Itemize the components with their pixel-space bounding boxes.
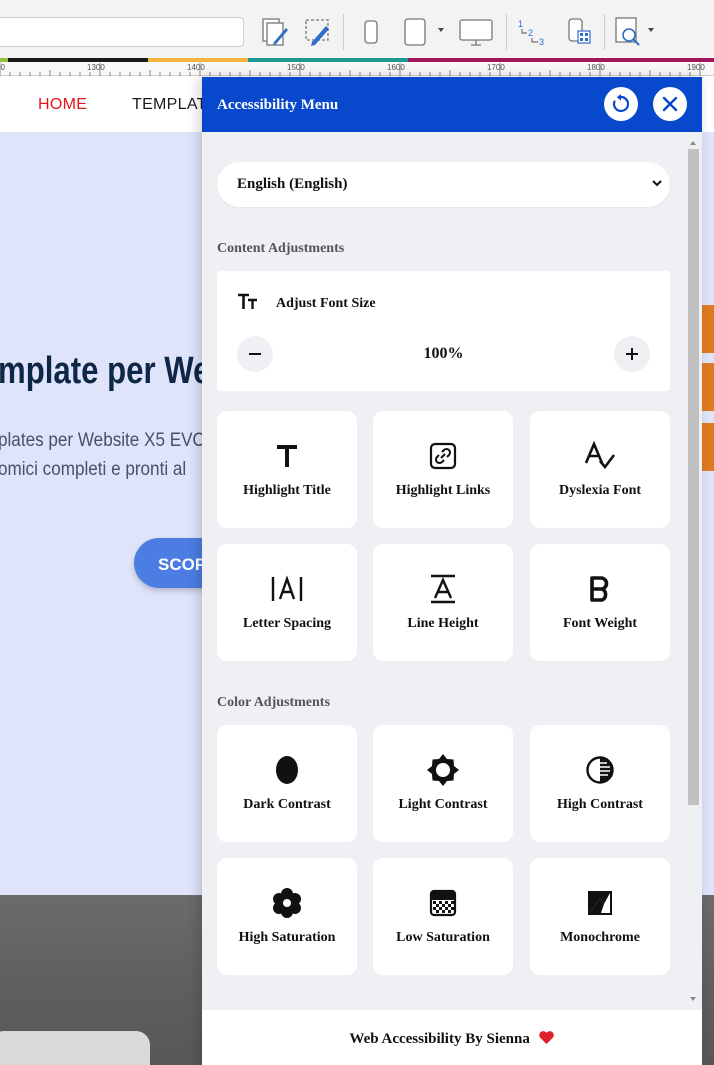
- high-contrast-icon: [530, 753, 670, 787]
- flower-icon: [217, 886, 357, 920]
- scrollbar-thumb[interactable]: [688, 149, 699, 805]
- tile-label: Line Height: [407, 616, 479, 631]
- tile-label: Font Weight: [562, 616, 638, 631]
- dark-contrast-button[interactable]: Dark Contrast: [217, 725, 357, 842]
- ruler-ticks: [0, 63, 701, 76]
- dyslexia-icon: [530, 439, 670, 473]
- ruler: 00 1300 1400 1500 1600 1700 1800 1900: [0, 62, 714, 76]
- reset-icon: [612, 94, 630, 113]
- color-adjustments-heading: Color Adjustments: [217, 695, 330, 710]
- svg-text:1: 1: [518, 19, 523, 29]
- font-size-value: 100%: [423, 345, 464, 362]
- reset-button[interactable]: [604, 87, 638, 121]
- tile-label: Dark Contrast: [243, 797, 331, 812]
- svg-text:2: 2: [528, 28, 533, 38]
- editor-toolbar: 123: [0, 0, 714, 58]
- light-contrast-button[interactable]: Light Contrast: [373, 725, 513, 842]
- font-size-card: Adjust Font Size 100%: [217, 271, 670, 391]
- tile-label: Letter Spacing: [242, 616, 331, 631]
- language-select[interactable]: English (English): [217, 162, 670, 207]
- dyslexia-font-button[interactable]: Dyslexia Font: [530, 411, 670, 528]
- toolbar-separator: [343, 14, 344, 50]
- low-saturation-icon: [373, 886, 513, 920]
- tile-label: Monochrome: [560, 930, 640, 945]
- close-icon: [662, 96, 678, 112]
- numbered-steps-icon[interactable]: 123: [515, 14, 549, 50]
- preview-search-icon[interactable]: [612, 14, 644, 50]
- hero-subtitle-line: plates per Website X5 EVO: [0, 430, 206, 451]
- light-contrast-icon: [373, 753, 513, 787]
- grey-card: [0, 1031, 150, 1065]
- line-height-icon: [373, 572, 513, 606]
- footer-credit-text: Web Accessibility By Sienna: [349, 1031, 530, 1047]
- chevron-down-icon: [652, 180, 662, 187]
- page-edit-icon[interactable]: [258, 14, 292, 50]
- nav-templates-link[interactable]: TEMPLAT: [132, 96, 207, 114]
- close-button[interactable]: [653, 87, 687, 121]
- select-edit-icon[interactable]: [300, 14, 334, 50]
- footer-credit: Web Accessibility By Sienna: [202, 1030, 702, 1048]
- dark-contrast-icon: [217, 753, 357, 787]
- monochrome-button[interactable]: Monochrome: [530, 858, 670, 975]
- toolbar-separator: [604, 14, 605, 50]
- chevron-down-icon[interactable]: [648, 28, 654, 32]
- text-size-icon: [238, 293, 257, 309]
- highlight-title-button[interactable]: Highlight Title: [217, 411, 357, 528]
- accessibility-panel: Accessibility Menu English (English) Con…: [202, 77, 702, 1065]
- tile-label: Highlight Title: [243, 483, 331, 498]
- title-t-icon: [217, 439, 357, 473]
- content-adjustments-heading: Content Adjustments: [217, 241, 345, 256]
- tile-label: Low Saturation: [396, 930, 490, 945]
- panel-footer: Web Accessibility By Sienna: [202, 1010, 702, 1065]
- svg-text:3: 3: [539, 37, 544, 47]
- qr-mobile-icon[interactable]: [564, 14, 594, 50]
- mobile-view-icon[interactable]: [358, 14, 384, 50]
- link-icon: [373, 439, 513, 473]
- tile-label: Dyslexia Font: [558, 483, 642, 498]
- hero-subtitle-line: omici completi e pronti al: [0, 459, 187, 480]
- font-size-label: Adjust Font Size: [276, 296, 376, 311]
- font-weight-button[interactable]: Font Weight: [530, 544, 670, 661]
- heart-icon: [538, 1031, 554, 1044]
- tile-label: Highlight Links: [395, 483, 491, 498]
- toolbar-separator: [506, 14, 507, 50]
- nav-home-link[interactable]: HOME: [38, 96, 87, 114]
- monochrome-icon: [530, 886, 670, 920]
- letter-spacing-icon: [217, 572, 357, 606]
- low-saturation-button[interactable]: Low Saturation: [373, 858, 513, 975]
- high-contrast-button[interactable]: High Contrast: [530, 725, 670, 842]
- desktop-view-icon[interactable]: [456, 14, 496, 50]
- highlight-links-button[interactable]: Highlight Links: [373, 411, 513, 528]
- hero-title: mplate per Web: [0, 350, 230, 392]
- tablet-view-icon[interactable]: [400, 14, 430, 50]
- high-saturation-button[interactable]: High Saturation: [217, 858, 357, 975]
- plus-icon: [626, 348, 638, 360]
- bold-icon: [530, 572, 670, 606]
- tile-label: High Contrast: [557, 797, 643, 812]
- chevron-down-icon[interactable]: [438, 28, 444, 32]
- tile-label: High Saturation: [238, 930, 336, 945]
- tile-label: Light Contrast: [398, 797, 488, 812]
- language-select-value: English (English): [237, 176, 348, 192]
- letter-spacing-button[interactable]: Letter Spacing: [217, 544, 357, 661]
- increase-font-button[interactable]: [614, 336, 650, 372]
- panel-header: Accessibility Menu: [202, 77, 702, 132]
- panel-title: Accessibility Menu: [217, 97, 339, 113]
- address-field[interactable]: [0, 17, 244, 47]
- line-height-button[interactable]: Line Height: [373, 544, 513, 661]
